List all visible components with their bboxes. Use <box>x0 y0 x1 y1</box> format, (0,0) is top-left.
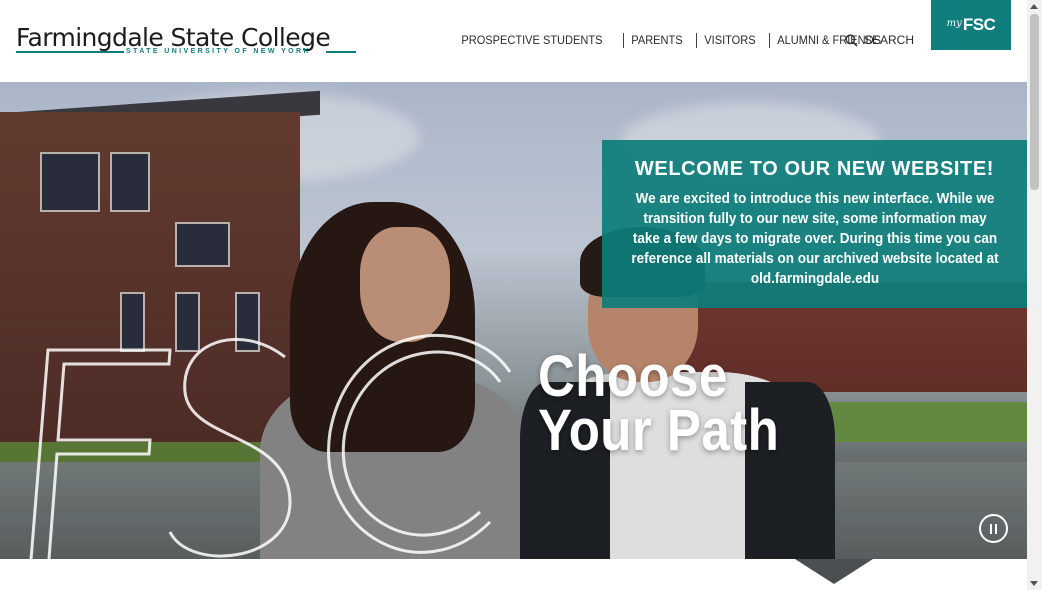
site-header: Farmingdale State College STATE UNIVERSI… <box>0 0 1027 82</box>
welcome-title: WELCOME TO OUR NEW WEBSITE! <box>634 158 995 180</box>
hero-headline: Choose Your Path <box>538 344 780 463</box>
search-icon <box>845 33 858 47</box>
search-label: SEARCH <box>864 33 915 47</box>
scroll-down-arrow[interactable] <box>1030 581 1038 586</box>
pause-video-button[interactable] <box>979 514 1008 543</box>
nav-prospective-students[interactable]: PROSPECTIVE STUDENTS <box>454 33 610 48</box>
fsc-outline-graphic <box>29 334 512 559</box>
nav-visitors[interactable]: VISITORS <box>696 33 763 48</box>
search-button[interactable]: SEARCH <box>845 33 914 47</box>
myfsc-button[interactable]: my FSC <box>931 0 1011 50</box>
myfsc-fsc: FSC <box>962 15 996 34</box>
scroll-thumb[interactable] <box>1030 14 1039 190</box>
nav-parents[interactable]: PARENTS <box>623 33 690 48</box>
hero-headline-line1: Choose <box>538 344 728 409</box>
page-scrollbar[interactable] <box>1027 0 1042 590</box>
hero-headline-line2: Your Path <box>538 398 780 463</box>
logo-rule-left <box>16 51 124 53</box>
welcome-panel: WELCOME TO OUR NEW WEBSITE! We are excit… <box>602 140 1027 308</box>
top-nav: PROSPECTIVE STUDENTS PARENTS VISITORS AL… <box>454 33 899 48</box>
logo-subtitle: STATE UNIVERSITY OF NEW YORK <box>126 48 311 55</box>
welcome-body: We are excited to introduce this new int… <box>631 191 999 287</box>
college-logo[interactable]: Farmingdale State College STATE UNIVERSI… <box>16 24 356 58</box>
section-notch <box>795 559 873 584</box>
myfsc-my: my <box>946 17 962 29</box>
scroll-up-arrow[interactable] <box>1030 4 1038 9</box>
pause-icon <box>990 523 997 534</box>
logo-rule-right <box>326 51 356 53</box>
